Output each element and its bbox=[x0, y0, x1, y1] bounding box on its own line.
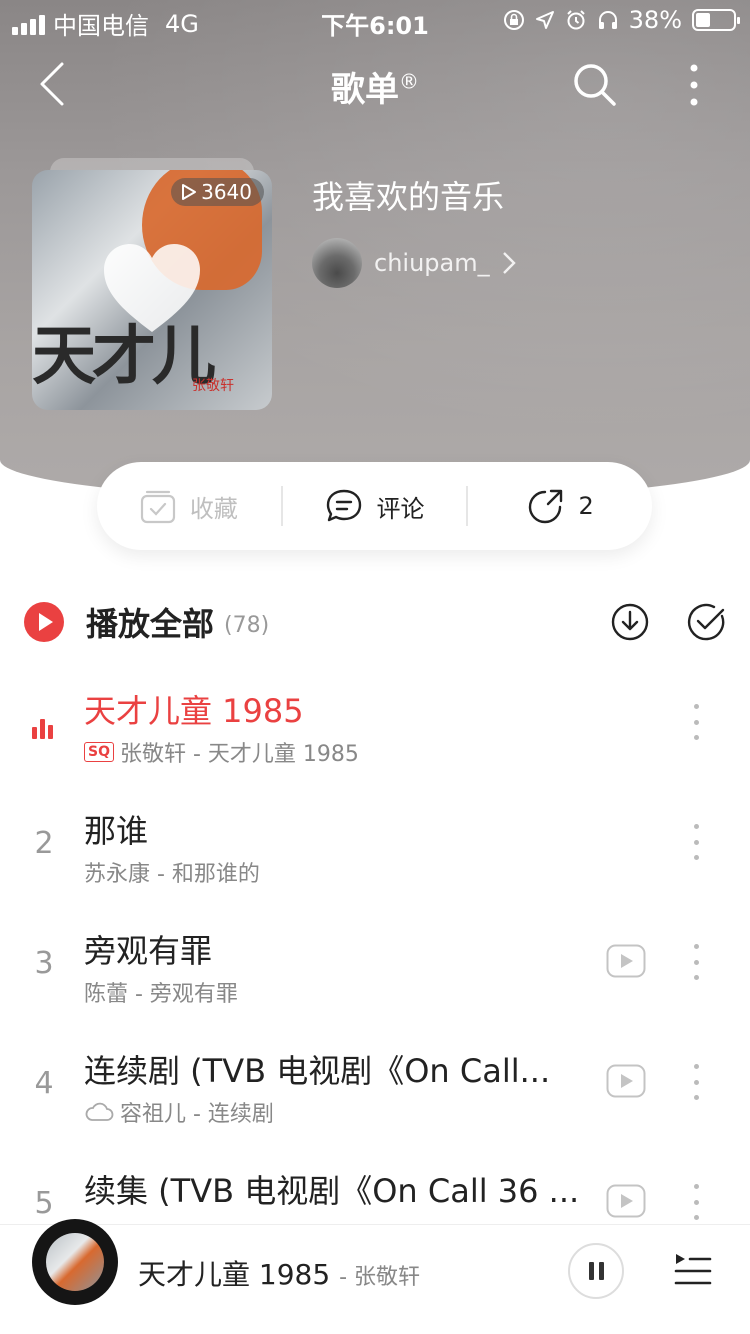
sq-badge: SQ bbox=[84, 742, 114, 762]
song-row[interactable]: 3 旁观有罪 陈蕾 - 旁观有罪 bbox=[0, 912, 750, 1032]
play-count: 3640 bbox=[201, 180, 252, 204]
share-icon bbox=[528, 489, 562, 524]
song-index: 3 bbox=[34, 946, 54, 981]
creator-link[interactable]: chiupam_ bbox=[312, 238, 516, 288]
now-playing[interactable]: 天才儿童 1985 - 张敬轩 bbox=[138, 1253, 420, 1293]
pause-button[interactable] bbox=[568, 1243, 624, 1299]
playlist-queue-icon[interactable] bbox=[672, 1249, 712, 1289]
song-title: 那谁 bbox=[84, 812, 149, 850]
share-button[interactable]: 2 bbox=[468, 487, 652, 525]
song-more-icon[interactable] bbox=[688, 1064, 704, 1100]
play-all-icon[interactable] bbox=[24, 602, 64, 642]
page-title-text: 歌单 bbox=[331, 70, 399, 110]
search-icon[interactable] bbox=[570, 60, 620, 110]
headphones-icon bbox=[598, 11, 617, 29]
song-more-icon[interactable] bbox=[688, 944, 704, 980]
mini-player-disc[interactable] bbox=[32, 1219, 118, 1305]
rotation-lock-icon bbox=[503, 10, 524, 30]
song-meta: SQ 张敬轩 - 天才儿童 1985 bbox=[84, 736, 359, 768]
song-artist-album: 陈蕾 - 旁观有罪 bbox=[84, 982, 238, 1007]
play-outline-icon bbox=[182, 184, 197, 200]
song-row[interactable]: 天才儿童 1985 SQ 张敬轩 - 天才儿童 1985 bbox=[0, 672, 750, 792]
collect-button[interactable]: 收藏 bbox=[97, 488, 281, 524]
action-card: 收藏 评论 2 bbox=[97, 462, 652, 550]
play-all-row[interactable]: 播放全部 (78) bbox=[24, 592, 726, 652]
song-meta: 容祖儿 - 连续剧 bbox=[84, 1096, 274, 1128]
chevron-right-icon bbox=[502, 252, 516, 274]
song-index: 5 bbox=[34, 1186, 54, 1221]
mv-play-icon[interactable] bbox=[606, 1064, 646, 1098]
page-title: 歌单® bbox=[0, 62, 750, 111]
status-bar: 中国电信 4G 下午6:01 38% bbox=[0, 0, 750, 40]
now-playing-title: 天才儿童 1985 bbox=[138, 1258, 331, 1291]
nav-bar: 歌单® bbox=[0, 52, 750, 116]
song-title: 天才儿童 1985 bbox=[84, 692, 304, 730]
song-title: 续集 (TVB 电视剧《On Call 36 ... bbox=[84, 1172, 580, 1210]
battery-icon bbox=[692, 9, 740, 31]
share-count: 2 bbox=[578, 492, 594, 520]
song-meta: 陈蕾 - 旁观有罪 bbox=[84, 976, 238, 1008]
creator-name: chiupam_ bbox=[374, 249, 490, 277]
song-row[interactable]: 2 那谁 苏永康 - 和那谁的 bbox=[0, 792, 750, 912]
song-artist-album: 张敬轩 - 天才儿童 1985 bbox=[119, 742, 359, 767]
mv-play-icon[interactable] bbox=[606, 944, 646, 978]
play-all-tools bbox=[610, 602, 726, 642]
status-right: 38% bbox=[503, 6, 740, 34]
avatar bbox=[312, 238, 362, 288]
song-artist-album: 苏永康 - 和那谁的 bbox=[84, 862, 260, 887]
play-count-badge: 3640 bbox=[171, 178, 264, 206]
alarm-icon bbox=[566, 10, 585, 30]
song-title: 旁观有罪 bbox=[84, 932, 213, 970]
play-all-label: 播放全部 bbox=[86, 605, 215, 643]
mini-player[interactable]: 天才儿童 1985 - 张敬轩 bbox=[0, 1219, 750, 1334]
multi-select-icon[interactable] bbox=[686, 602, 726, 642]
song-artist-album: 容祖儿 - 连续剧 bbox=[120, 1102, 274, 1127]
collect-label: 收藏 bbox=[189, 494, 238, 523]
mv-play-icon[interactable] bbox=[606, 1184, 646, 1218]
song-more-icon[interactable] bbox=[688, 704, 704, 740]
song-index: 2 bbox=[34, 826, 54, 861]
song-more-icon[interactable] bbox=[688, 1184, 704, 1220]
battery-percent: 38% bbox=[628, 6, 682, 34]
play-all-count: (78) bbox=[224, 612, 270, 638]
comment-icon bbox=[326, 489, 361, 522]
song-more-icon[interactable] bbox=[688, 824, 704, 860]
song-title: 连续剧 (TVB 电视剧《On Call... bbox=[84, 1052, 551, 1090]
collect-icon bbox=[140, 490, 175, 524]
comment-label: 评论 bbox=[376, 494, 425, 523]
location-icon bbox=[535, 11, 554, 29]
comment-button[interactable]: 评论 bbox=[283, 488, 467, 524]
song-index: 4 bbox=[34, 1066, 54, 1101]
mini-player-cover bbox=[46, 1233, 104, 1291]
song-meta: 苏永康 - 和那谁的 bbox=[84, 856, 260, 888]
song-row[interactable]: 4 连续剧 (TVB 电视剧《On Call... 容祖儿 - 连续剧 bbox=[0, 1032, 750, 1152]
more-vertical-icon[interactable] bbox=[682, 60, 706, 110]
cloud-icon bbox=[85, 1102, 114, 1121]
now-playing-artist: - 张敬轩 bbox=[339, 1265, 421, 1290]
registered-mark: ® bbox=[399, 69, 419, 94]
cover-art-subtitle: 张敬轩 bbox=[192, 378, 234, 394]
now-playing-icon bbox=[32, 717, 53, 739]
heart-icon bbox=[104, 244, 200, 332]
playlist-title: 我喜欢的音乐 bbox=[312, 178, 505, 216]
download-icon[interactable] bbox=[610, 602, 650, 642]
playlist-cover[interactable]: 天才儿98童 张敬轩 3640 bbox=[32, 170, 272, 410]
